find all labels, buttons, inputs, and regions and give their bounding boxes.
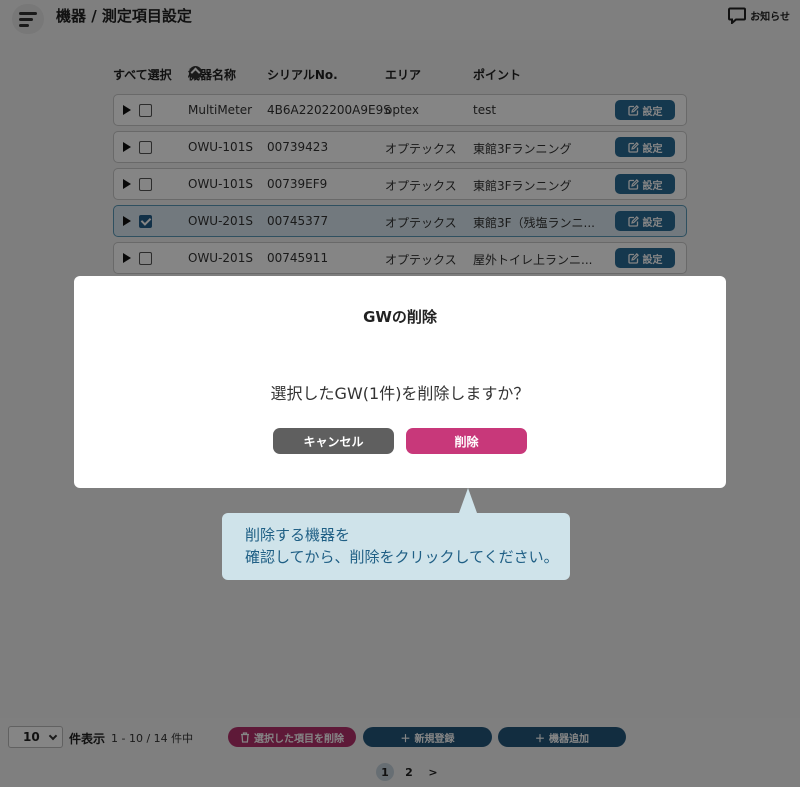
tooltip-line-1: 削除する機器を [245, 526, 351, 544]
dialog-title: GWの削除 [363, 308, 437, 326]
tooltip-arrow [459, 488, 477, 513]
tooltip-line-2: 確認してから、削除をクリックしてください。 [245, 548, 559, 566]
guide-tooltip: 削除する機器を 確認してから、削除をクリックしてください。 [222, 513, 570, 580]
confirm-delete-button[interactable]: 削除 [406, 428, 527, 454]
cancel-button[interactable]: キャンセル [273, 428, 394, 454]
page: 機器 / 測定項目設定 お知らせ すべて選択 機器名称 シリアルNo. エリア … [0, 0, 800, 787]
dialog-message: 選択したGW(1件)を削除しますか？ [270, 384, 530, 403]
delete-confirm-dialog: GWの削除 選択したGW(1件)を削除しますか？ キャンセル 削除 [74, 276, 726, 488]
